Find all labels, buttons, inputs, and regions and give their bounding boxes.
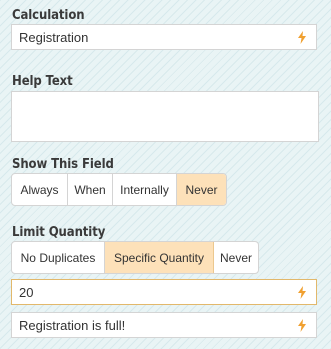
lightning-bolt-icon[interactable] bbox=[292, 25, 312, 49]
show-field-options: Always When Internally Never bbox=[11, 173, 227, 206]
show-option-never[interactable]: Never bbox=[177, 174, 226, 205]
calculation-label: Calculation bbox=[12, 8, 85, 23]
limit-option-never[interactable]: Never bbox=[214, 242, 258, 273]
calculation-field[interactable]: Registration bbox=[11, 24, 317, 50]
lightning-bolt-icon[interactable] bbox=[292, 280, 312, 304]
limit-option-specific-quantity[interactable]: Specific Quantity bbox=[105, 242, 214, 273]
show-option-internally[interactable]: Internally bbox=[113, 174, 177, 205]
full-message-field[interactable]: Registration is full! bbox=[11, 312, 317, 338]
show-field-label: Show This Field bbox=[12, 157, 114, 172]
show-option-always[interactable]: Always bbox=[12, 174, 68, 205]
quantity-field[interactable]: 20 bbox=[11, 279, 317, 305]
show-option-when[interactable]: When bbox=[68, 174, 113, 205]
help-text-field[interactable] bbox=[11, 91, 319, 142]
limit-quantity-options: No Duplicates Specific Quantity Never bbox=[11, 241, 259, 274]
limit-option-no-duplicates[interactable]: No Duplicates bbox=[12, 242, 105, 273]
help-text-label: Help Text bbox=[12, 74, 73, 89]
calculation-value: Registration bbox=[19, 29, 89, 45]
lightning-bolt-icon[interactable] bbox=[292, 313, 312, 337]
full-message-value: Registration is full! bbox=[19, 317, 126, 333]
quantity-value: 20 bbox=[19, 284, 34, 300]
limit-quantity-label: Limit Quantity bbox=[12, 225, 106, 240]
